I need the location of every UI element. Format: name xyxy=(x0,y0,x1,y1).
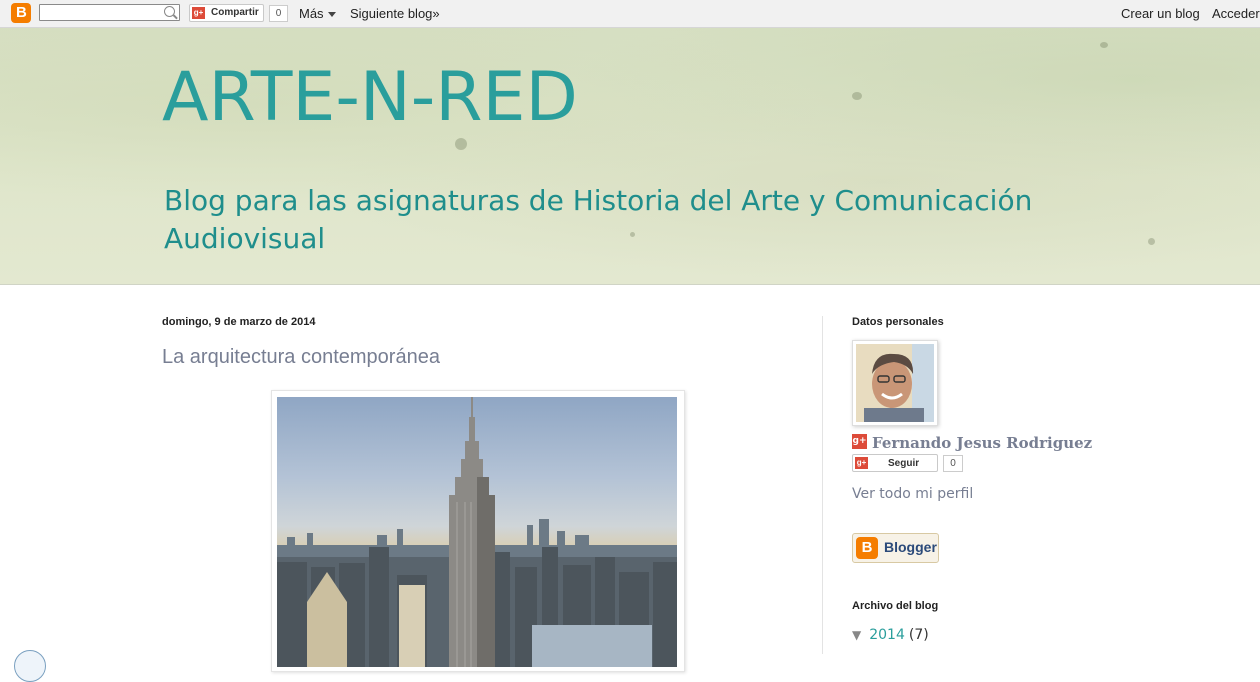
archive-heading: Archivo del blog xyxy=(852,600,939,612)
create-blog-link[interactable]: Crear un blog xyxy=(1121,6,1200,21)
follow-button[interactable]: g+ Seguir xyxy=(852,454,938,472)
blogger-logo-icon[interactable]: B xyxy=(11,3,31,23)
blogger-badge[interactable]: B Blogger xyxy=(852,533,939,563)
blog-header: ARTE-N-RED Blog para las asignaturas de … xyxy=(0,28,1260,285)
profile-name-link[interactable]: Fernando Jesus Rodriguez xyxy=(872,434,1092,452)
column-divider xyxy=(822,316,823,654)
empire-state-building-image[interactable] xyxy=(277,397,677,667)
next-blog-link[interactable]: Siguiente blog» xyxy=(350,6,440,21)
follow-label: Seguir xyxy=(888,458,920,469)
post-date: domingo, 9 de marzo de 2014 xyxy=(162,316,316,328)
view-profile-link[interactable]: Ver todo mi perfil xyxy=(852,486,973,502)
blogger-logo-icon: B xyxy=(856,537,878,559)
archive-count: (7) xyxy=(908,627,929,643)
login-link[interactable]: Acceder xyxy=(1212,6,1260,21)
share-count: 0 xyxy=(269,5,288,22)
archive-year-item[interactable]: ▼ 2014 (7) xyxy=(852,627,929,643)
share-button[interactable]: g+ Compartir xyxy=(189,4,264,22)
google-plus-icon: g+ xyxy=(192,7,205,19)
google-plus-icon: g+ xyxy=(852,434,867,449)
blogger-badge-label: Blogger xyxy=(884,539,937,555)
post-image-frame xyxy=(271,390,685,672)
blogger-navbar: B g+ Compartir 0 Más Siguiente blog» Cre… xyxy=(0,0,1260,28)
post-title[interactable]: La arquitectura contemporánea xyxy=(162,346,440,369)
google-plus-icon: g+ xyxy=(855,457,868,469)
search-icon[interactable] xyxy=(164,6,175,17)
collapse-triangle-icon[interactable]: ▼ xyxy=(852,628,861,642)
more-menu[interactable]: Más xyxy=(299,6,336,21)
profile-heading: Datos personales xyxy=(852,316,944,328)
blog-title[interactable]: ARTE-N-RED xyxy=(162,58,578,137)
profile-photo[interactable] xyxy=(852,340,938,426)
share-label: Compartir xyxy=(211,7,259,18)
archive-year-link[interactable]: 2014 xyxy=(869,627,905,643)
scroll-widget[interactable] xyxy=(14,650,46,682)
caret-down-icon xyxy=(327,12,336,18)
more-label: Más xyxy=(299,6,324,21)
blog-description: Blog para las asignaturas de Historia de… xyxy=(164,184,1033,255)
follow-count: 0 xyxy=(943,455,963,472)
avatar xyxy=(856,344,934,422)
search-input[interactable] xyxy=(39,4,180,21)
